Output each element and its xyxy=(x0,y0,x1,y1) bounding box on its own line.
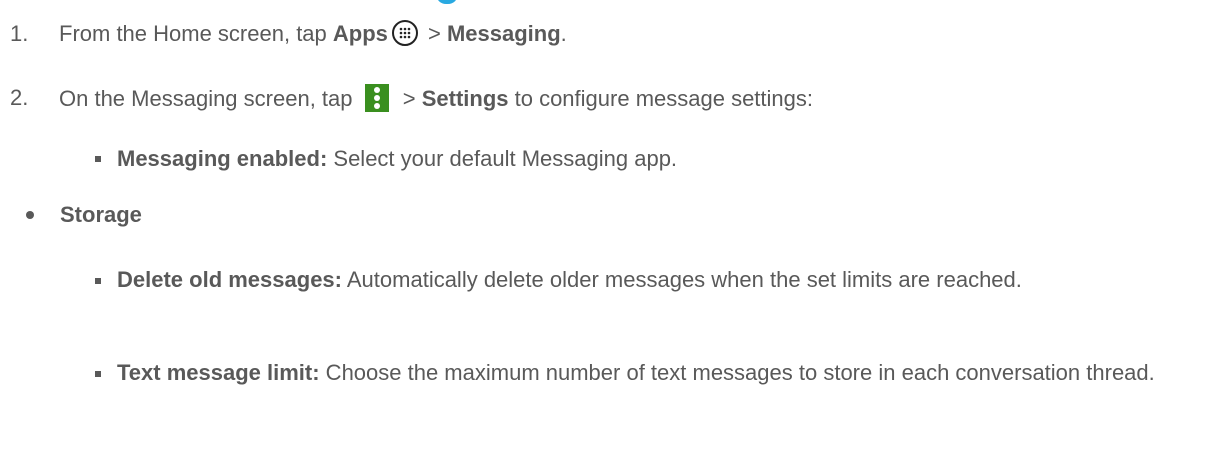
step-text-suffix: . xyxy=(560,21,567,46)
separator: > xyxy=(396,86,422,111)
settings-label: Settings xyxy=(421,86,509,111)
storage-item-desc: Choose the maximum number of text messag… xyxy=(319,360,1155,385)
storage-item: Text message limit: Choose the maximum n… xyxy=(117,357,1177,389)
storage-item-label: Text message limit: xyxy=(117,360,320,385)
setting-desc: Select your default Messaging app. xyxy=(327,146,678,171)
step-number: 1. xyxy=(10,21,29,46)
storage-item-desc: Automatically delete older messages when… xyxy=(341,267,1022,292)
step-number: 2. xyxy=(10,85,29,110)
separator: > xyxy=(421,21,447,46)
round-bullet-icon xyxy=(26,211,34,219)
storage-item: Delete old messages: Automatically delet… xyxy=(117,264,1177,296)
setting-label: Messaging enabled: xyxy=(117,146,328,171)
step-text: From the Home screen, tap Apps > Messagi… xyxy=(59,20,567,48)
step-text: On the Messaging screen, tap > Settings … xyxy=(59,84,813,113)
heading-fragment xyxy=(436,0,458,4)
more-vertical-icon xyxy=(364,84,389,112)
square-bullet-icon xyxy=(95,156,101,162)
step-text-prefix: From the Home screen, tap xyxy=(59,21,333,46)
storage-item-label: Delete old messages: xyxy=(117,267,342,292)
messaging-label: Messaging xyxy=(446,21,561,46)
square-bullet-icon xyxy=(95,278,101,284)
setting-item: Messaging enabled: Select your default M… xyxy=(117,143,1177,175)
step-text-prefix: On the Messaging screen, tap xyxy=(59,86,359,111)
step-text-suffix: to configure message settings: xyxy=(508,86,813,111)
section-storage: Storage xyxy=(60,201,142,229)
apps-grid-icon xyxy=(391,20,418,46)
section-label: Storage xyxy=(60,202,142,227)
apps-label: Apps xyxy=(332,21,388,46)
square-bullet-icon xyxy=(95,371,101,377)
